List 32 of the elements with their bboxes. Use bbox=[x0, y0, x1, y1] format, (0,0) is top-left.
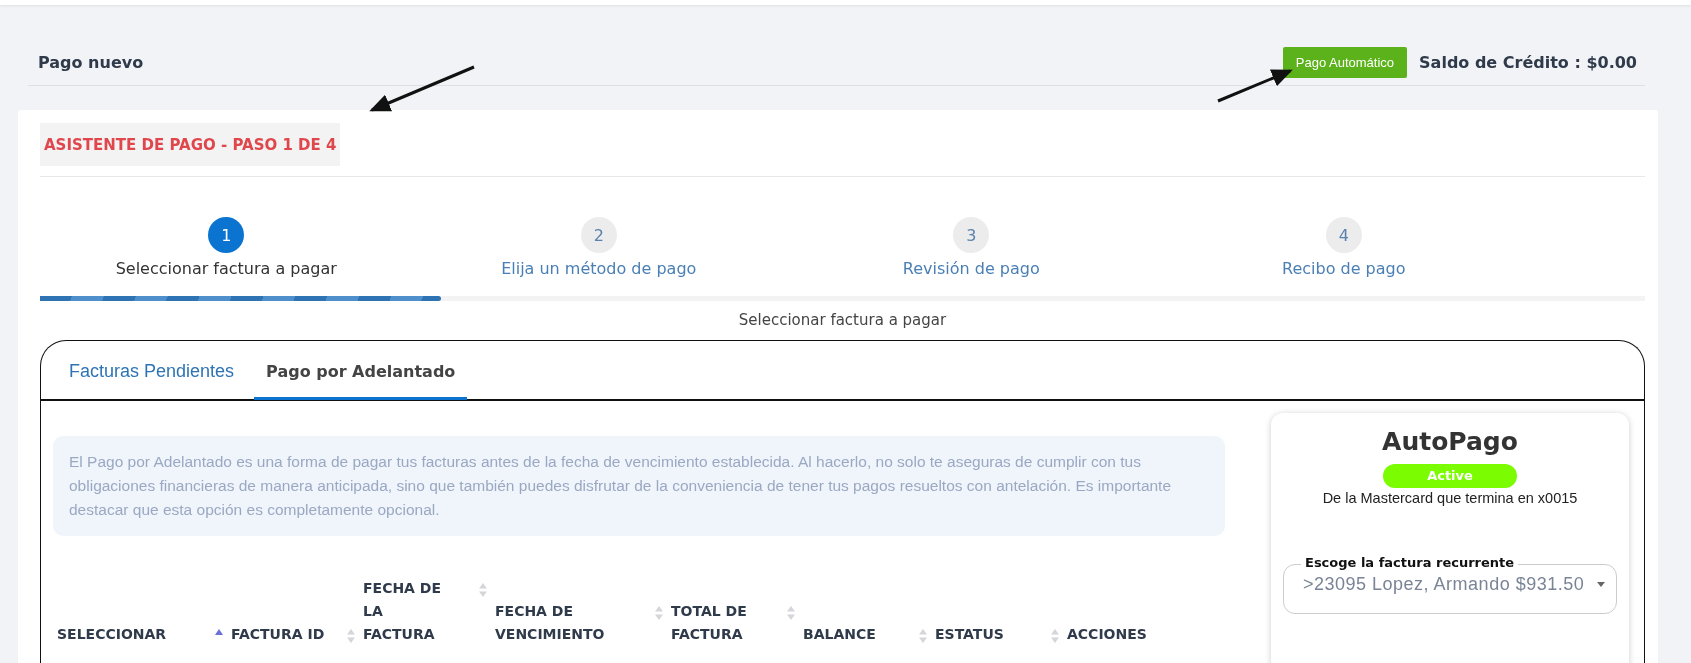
page-title: Pago nuevo bbox=[38, 53, 144, 72]
column-header[interactable]: TOTAL DE FACTURA bbox=[671, 600, 767, 646]
caret-icon bbox=[1597, 582, 1605, 587]
step-label[interactable]: Revisión de pago bbox=[902, 259, 1040, 278]
step-label[interactable]: Recibo de pago bbox=[1282, 259, 1406, 278]
tab[interactable]: Facturas Pendientes bbox=[57, 341, 247, 400]
step-label[interactable]: Elija un método de pago bbox=[501, 259, 697, 278]
info-box: El Pago por Adelantado es una forma de pagar tus facturas antes de la fecha de vencimiento establecida. Al hacerlo, no solo te aseguras de cumplir con tus obligaciones financieras de manera anticipada, sino que también puedes disfrutar de la conveniencia de tener tus pagos resueltos con antelación. Es importante destacar que esta opción es completamente opcional. bbox=[53, 436, 1225, 536]
column-header[interactable]: FACTURA ID bbox=[231, 623, 327, 646]
column-header[interactable]: ACCIONES bbox=[1067, 623, 1163, 646]
step-subtitle: Seleccionar factura a pagar bbox=[737, 311, 948, 329]
step-number[interactable]: 1 bbox=[208, 217, 245, 253]
autopay-title: AutoPago bbox=[1382, 427, 1518, 456]
sort-icon[interactable] bbox=[919, 629, 927, 643]
invoice-select[interactable]: Escoge la factura recurrente >23095 Lopez, Armando $931.50 bbox=[1283, 554, 1617, 614]
tab[interactable]: Pago por Adelantado bbox=[254, 341, 468, 400]
sort-icon[interactable] bbox=[479, 583, 487, 597]
sort-icon[interactable] bbox=[787, 606, 795, 620]
column-header[interactable]: FECHA DE VENCIMIENTO bbox=[495, 600, 645, 646]
card-description: De la Mastercard que termina en x0015 bbox=[1321, 490, 1579, 506]
status-pill: Active bbox=[1383, 464, 1517, 488]
column-header[interactable]: BALANCE bbox=[803, 623, 899, 646]
column-header[interactable]: ESTATUS bbox=[935, 623, 1031, 646]
credit-balance: Saldo de Crédito : $0.00 bbox=[1419, 53, 1637, 72]
sort-icon[interactable] bbox=[655, 606, 663, 620]
step-label[interactable]: Seleccionar factura a pagar bbox=[115, 259, 337, 278]
column-header[interactable]: FECHA DE LA FACTURA bbox=[363, 577, 459, 646]
sort-icon[interactable] bbox=[1051, 629, 1059, 643]
sort-icon[interactable] bbox=[347, 629, 355, 643]
field-label: Escoge la factura recurrente bbox=[1301, 554, 1519, 572]
column-header[interactable]: SELECCIONAR bbox=[57, 623, 197, 646]
wizard-title: ASISTENTE DE PAGO - PASO 1 DE 4 bbox=[40, 123, 341, 166]
